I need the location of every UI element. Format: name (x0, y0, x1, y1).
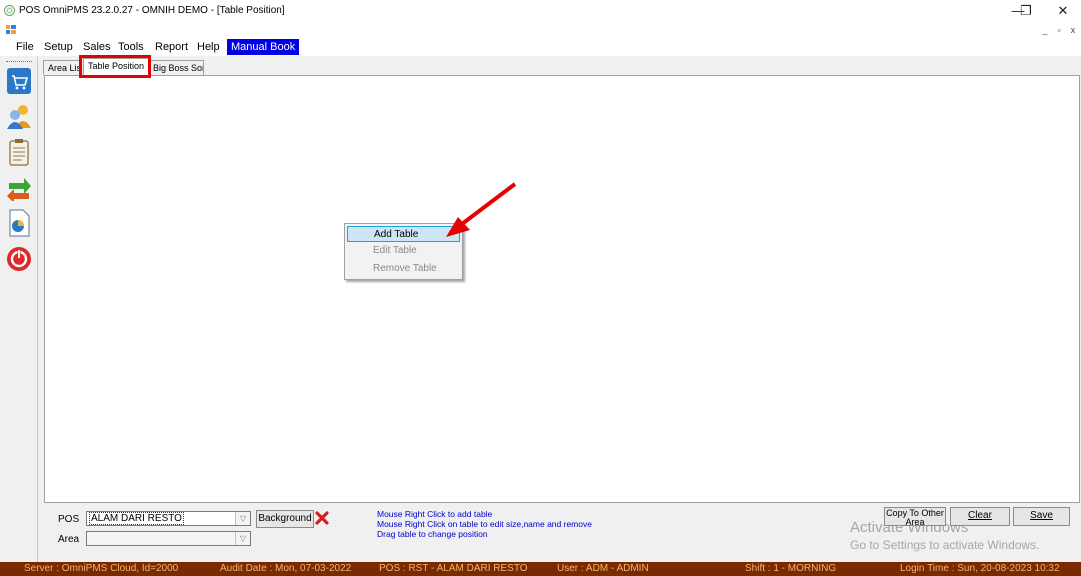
left-toolbar (0, 57, 38, 562)
status-pos: POS : RST - ALAM DARI RESTO (379, 563, 528, 574)
report-icon[interactable] (6, 209, 32, 237)
menu-file[interactable]: File (16, 41, 34, 53)
clear-button[interactable]: Clear (950, 507, 1010, 526)
hint-edit-table: Mouse Right Click on table to edit size,… (377, 519, 592, 529)
window-title: POS OmniPMS 23.2.0.27 - OMNIH DEMO - [Ta… (19, 5, 285, 16)
copy-to-other-area-button[interactable]: Copy To Other Area (884, 507, 946, 527)
status-shift: Shift : 1 - MORNING (745, 563, 837, 574)
child-minimize-button[interactable]: _ (1038, 24, 1052, 36)
activate-windows-subtitle: Go to Settings to activate Windows. (850, 538, 1040, 552)
chevron-down-icon[interactable]: ▽ (235, 512, 250, 525)
pos-select-value: ALAM DARI RESTO (89, 512, 184, 525)
hint-drag-table: Drag table to change position (377, 529, 488, 539)
pos-select[interactable]: ALAM DARI RESTO ▽ (86, 511, 251, 526)
exchange-icon[interactable] (6, 173, 32, 201)
save-button[interactable]: Save (1013, 507, 1070, 526)
pos-label: POS (58, 514, 80, 525)
cart-icon[interactable] (6, 67, 32, 95)
users-icon[interactable] (6, 102, 32, 130)
chevron-down-icon[interactable]: ▽ (235, 532, 250, 545)
menu-setup[interactable]: Setup (44, 41, 73, 53)
clipboard-icon[interactable] (6, 138, 32, 166)
annotation-arrow (446, 182, 517, 237)
menu-manual-book[interactable]: Manual Book (227, 39, 300, 55)
app-icon (4, 5, 15, 16)
tab-area-list[interactable]: Area List (43, 60, 80, 75)
close-button[interactable]: ✕ (1048, 2, 1078, 20)
child-close-button[interactable]: x (1066, 24, 1080, 36)
toolbar-grip[interactable] (6, 61, 32, 62)
tab-big-boss-sort[interactable]: Big Boss Sort (148, 60, 204, 75)
area-label: Area (58, 534, 80, 545)
active-tab-annotation (79, 55, 151, 78)
power-icon[interactable] (6, 245, 32, 273)
remove-table-menu-item[interactable]: Remove Table (347, 261, 460, 277)
child-restore-button[interactable]: ▫ (1052, 24, 1066, 36)
status-audit-date: Audit Date : Mon, 07-03-2022 (220, 563, 352, 574)
menu-report[interactable]: Report (155, 41, 188, 53)
delete-background-icon[interactable] (315, 511, 329, 525)
mdi-control-row (0, 22, 1081, 38)
status-user: User : ADM - ADMIN (557, 563, 649, 574)
restore-button[interactable]: ❐ (1011, 2, 1041, 20)
menu-sales[interactable]: Sales (83, 41, 111, 53)
background-button[interactable]: Background (256, 510, 314, 528)
menu-tools[interactable]: Tools (118, 41, 144, 53)
table-layout-canvas[interactable] (44, 75, 1080, 503)
menu-help[interactable]: Help (197, 41, 220, 53)
area-select[interactable]: ▽ (86, 531, 251, 546)
status-login-time: Login Time : Sun, 20-08-2023 10:32 (900, 563, 1060, 574)
status-server: Server : OmniPMS Cloud, Id=2000 (24, 563, 179, 574)
hint-add-table: Mouse Right Click to add table (377, 509, 493, 519)
mdi-child-icon (6, 25, 16, 34)
